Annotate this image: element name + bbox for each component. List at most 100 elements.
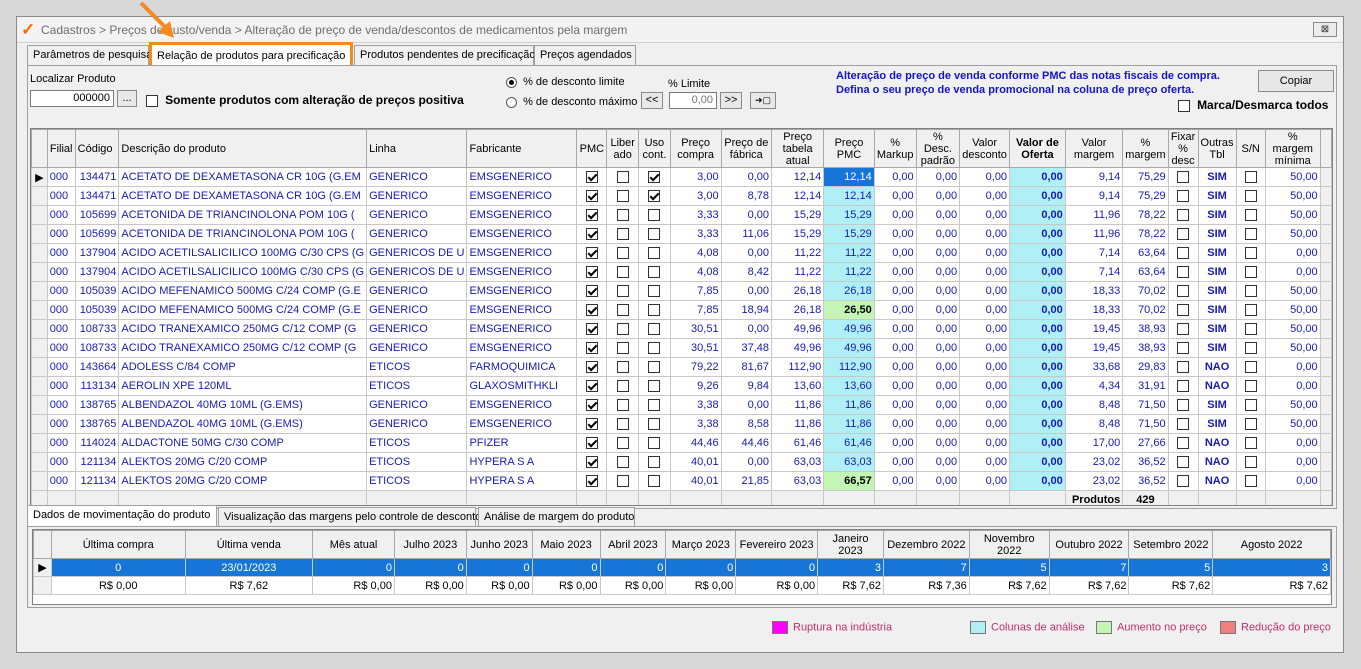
cell-filial[interactable]: 000 [46,205,76,225]
cell-valor-desconto[interactable]: 0,00 [959,414,1011,434]
cell-valor-desconto[interactable]: 0,00 [959,243,1011,263]
cell-uso-continuo[interactable] [638,376,671,396]
header-codigo[interactable]: Código [74,129,120,168]
g2-qty-cell[interactable]: 3 [1212,558,1331,577]
scrollbar-cell[interactable] [1319,205,1332,225]
cell-sn[interactable] [1235,452,1266,472]
cell-markup[interactable]: 0,00 [873,376,917,396]
cell-fixar-desc[interactable] [1167,452,1199,472]
cell-preco-tabela[interactable]: 49,96 [771,338,825,358]
cell-sn[interactable] [1235,262,1266,282]
cell-desc-padrao[interactable]: 0,00 [915,186,961,206]
sn-checkbox[interactable] [1244,456,1257,469]
cell-filial[interactable]: 000 [46,186,76,206]
cell-linha[interactable]: ETICOS [366,452,468,472]
g2-qty-cell[interactable]: 0 [465,558,533,577]
liberado-checkbox[interactable] [616,361,629,374]
cell-fixar-desc[interactable] [1167,357,1199,377]
cell-fabricante[interactable]: HYPERA S A [466,452,578,472]
cell-fabricante[interactable]: EMSGENERICO [466,281,578,301]
pmc-checkbox[interactable] [585,209,598,222]
cell-fixar-desc[interactable] [1167,167,1199,187]
cell-uso-continuo[interactable] [638,414,671,434]
cell-preco-compra[interactable]: 79,22 [669,357,722,377]
copiar-button[interactable]: Copiar [1258,70,1334,92]
g2-value-cell[interactable]: R$ 0,00 [665,576,737,595]
cell-preco-tabela[interactable]: 63,03 [771,452,825,472]
cell-valor-oferta[interactable]: 0,00 [1009,167,1066,187]
cell-preco-tabela[interactable]: 15,29 [771,205,825,225]
cell-fabricante[interactable]: EMSGENERICO [466,243,578,263]
radio-on-icon[interactable] [506,76,517,88]
cell-margem[interactable]: 75,29 [1122,167,1169,187]
liberado-checkbox[interactable] [616,228,629,241]
cell-liberado[interactable] [606,414,640,434]
liberado-checkbox[interactable] [616,380,629,393]
header-uso-continuo[interactable]: Uso cont. [638,129,671,168]
cell-desc-padrao[interactable]: 0,00 [915,300,961,320]
cell-outras-tbl[interactable]: SIM [1197,281,1237,301]
pmc-checkbox[interactable] [585,456,598,469]
scrollbar-cell[interactable] [1319,186,1332,206]
table-row[interactable]: 000 105039 ACIDO MEFENAMICO 500MG C/24 COM… [31,281,1332,301]
g2-header[interactable]: Agosto 2022 [1212,530,1331,559]
cell-preco-fabrica[interactable]: 0,00 [720,243,773,263]
table-row[interactable]: 000 114024 ALDACTONE 50MG C/30 COMP ETICOS P… [31,433,1332,453]
uso-continuo-checkbox[interactable] [648,247,661,260]
g2-qty-cell[interactable]: 0 [665,558,737,577]
cell-valor-oferta[interactable]: 0,00 [1009,224,1066,244]
cell-valor-margem[interactable]: 7,14 [1064,243,1124,263]
cell-pmc[interactable] [576,395,608,415]
header-fabricante[interactable]: Fabricante [466,129,578,168]
cell-liberado[interactable] [606,357,640,377]
sn-checkbox[interactable] [1244,380,1257,393]
fixar-checkbox[interactable] [1177,304,1190,317]
cell-uso-continuo[interactable] [638,452,671,472]
cell-valor-margem[interactable]: 19,45 [1064,319,1124,339]
uso-continuo-checkbox[interactable] [648,228,661,241]
fixar-checkbox[interactable] [1177,228,1190,241]
cell-sn[interactable] [1235,433,1266,453]
table-row[interactable]: 000 137904 ACIDO ACETILSALICILICO 100MG C/… [31,262,1332,282]
cell-fabricante[interactable]: EMSGENERICO [466,205,578,225]
cell-outras-tbl[interactable]: SIM [1197,186,1237,206]
cell-sn[interactable] [1235,395,1266,415]
cell-linha[interactable]: GENERICO [366,338,468,358]
g2-value-cell[interactable]: R$ 7,62 [1212,576,1331,595]
liberado-checkbox[interactable] [616,304,629,317]
row-indicator[interactable] [31,357,48,377]
cell-valor-margem[interactable]: 4,34 [1064,376,1124,396]
cell-desc-padrao[interactable]: 0,00 [915,338,961,358]
g2-value-cell[interactable]: R$ 7,62 [184,576,314,595]
cell-preco-fabrica[interactable]: 0,00 [720,281,773,301]
cell-codigo[interactable]: 121134 [74,471,120,491]
cell-linha[interactable]: ETICOS [366,357,468,377]
pmc-checkbox[interactable] [585,228,598,241]
cell-linha[interactable]: ETICOS [366,471,468,491]
cell-uso-continuo[interactable] [638,319,671,339]
cell-linha[interactable]: GENERICOS DE U [366,262,468,282]
cell-pmc[interactable] [576,452,608,472]
table-row[interactable]: 000 138765 ALBENDAZOL 40MG 10ML (G.EMS) GEN… [31,414,1332,434]
cell-preco-pmc[interactable]: 63,03 [823,452,875,472]
cell-uso-continuo[interactable] [638,205,671,225]
cell-codigo[interactable]: 108733 [74,338,120,358]
prev-button[interactable]: << [641,92,663,109]
cell-preco-fabrica[interactable]: 37,48 [720,338,773,358]
header-linha[interactable]: Linha [366,129,468,168]
table-row[interactable]: 000 137904 ACIDO ACETILSALICILICO 100MG C/… [31,243,1332,263]
header-valor-desconto[interactable]: Valor desconto [959,129,1011,168]
liberado-checkbox[interactable] [616,209,629,222]
cell-fixar-desc[interactable] [1167,262,1199,282]
cell-liberado[interactable] [606,338,640,358]
cell-sn[interactable] [1235,471,1266,491]
cell-preco-pmc[interactable]: 49,96 [823,319,875,339]
cell-fabricante[interactable]: EMSGENERICO [466,167,578,187]
cell-linha[interactable]: GENERICOS DE U [366,243,468,263]
g2-qty-cell[interactable]: 7 [1048,558,1130,577]
header-filial[interactable]: Filial [46,129,76,168]
cell-margem[interactable]: 38,93 [1122,319,1169,339]
cell-margem-minima[interactable]: 50,00 [1264,414,1321,434]
table-row[interactable]: 000 105039 ACIDO MEFENAMICO 500MG C/24 COM… [31,300,1332,320]
cell-codigo[interactable]: 134471 [74,167,120,187]
